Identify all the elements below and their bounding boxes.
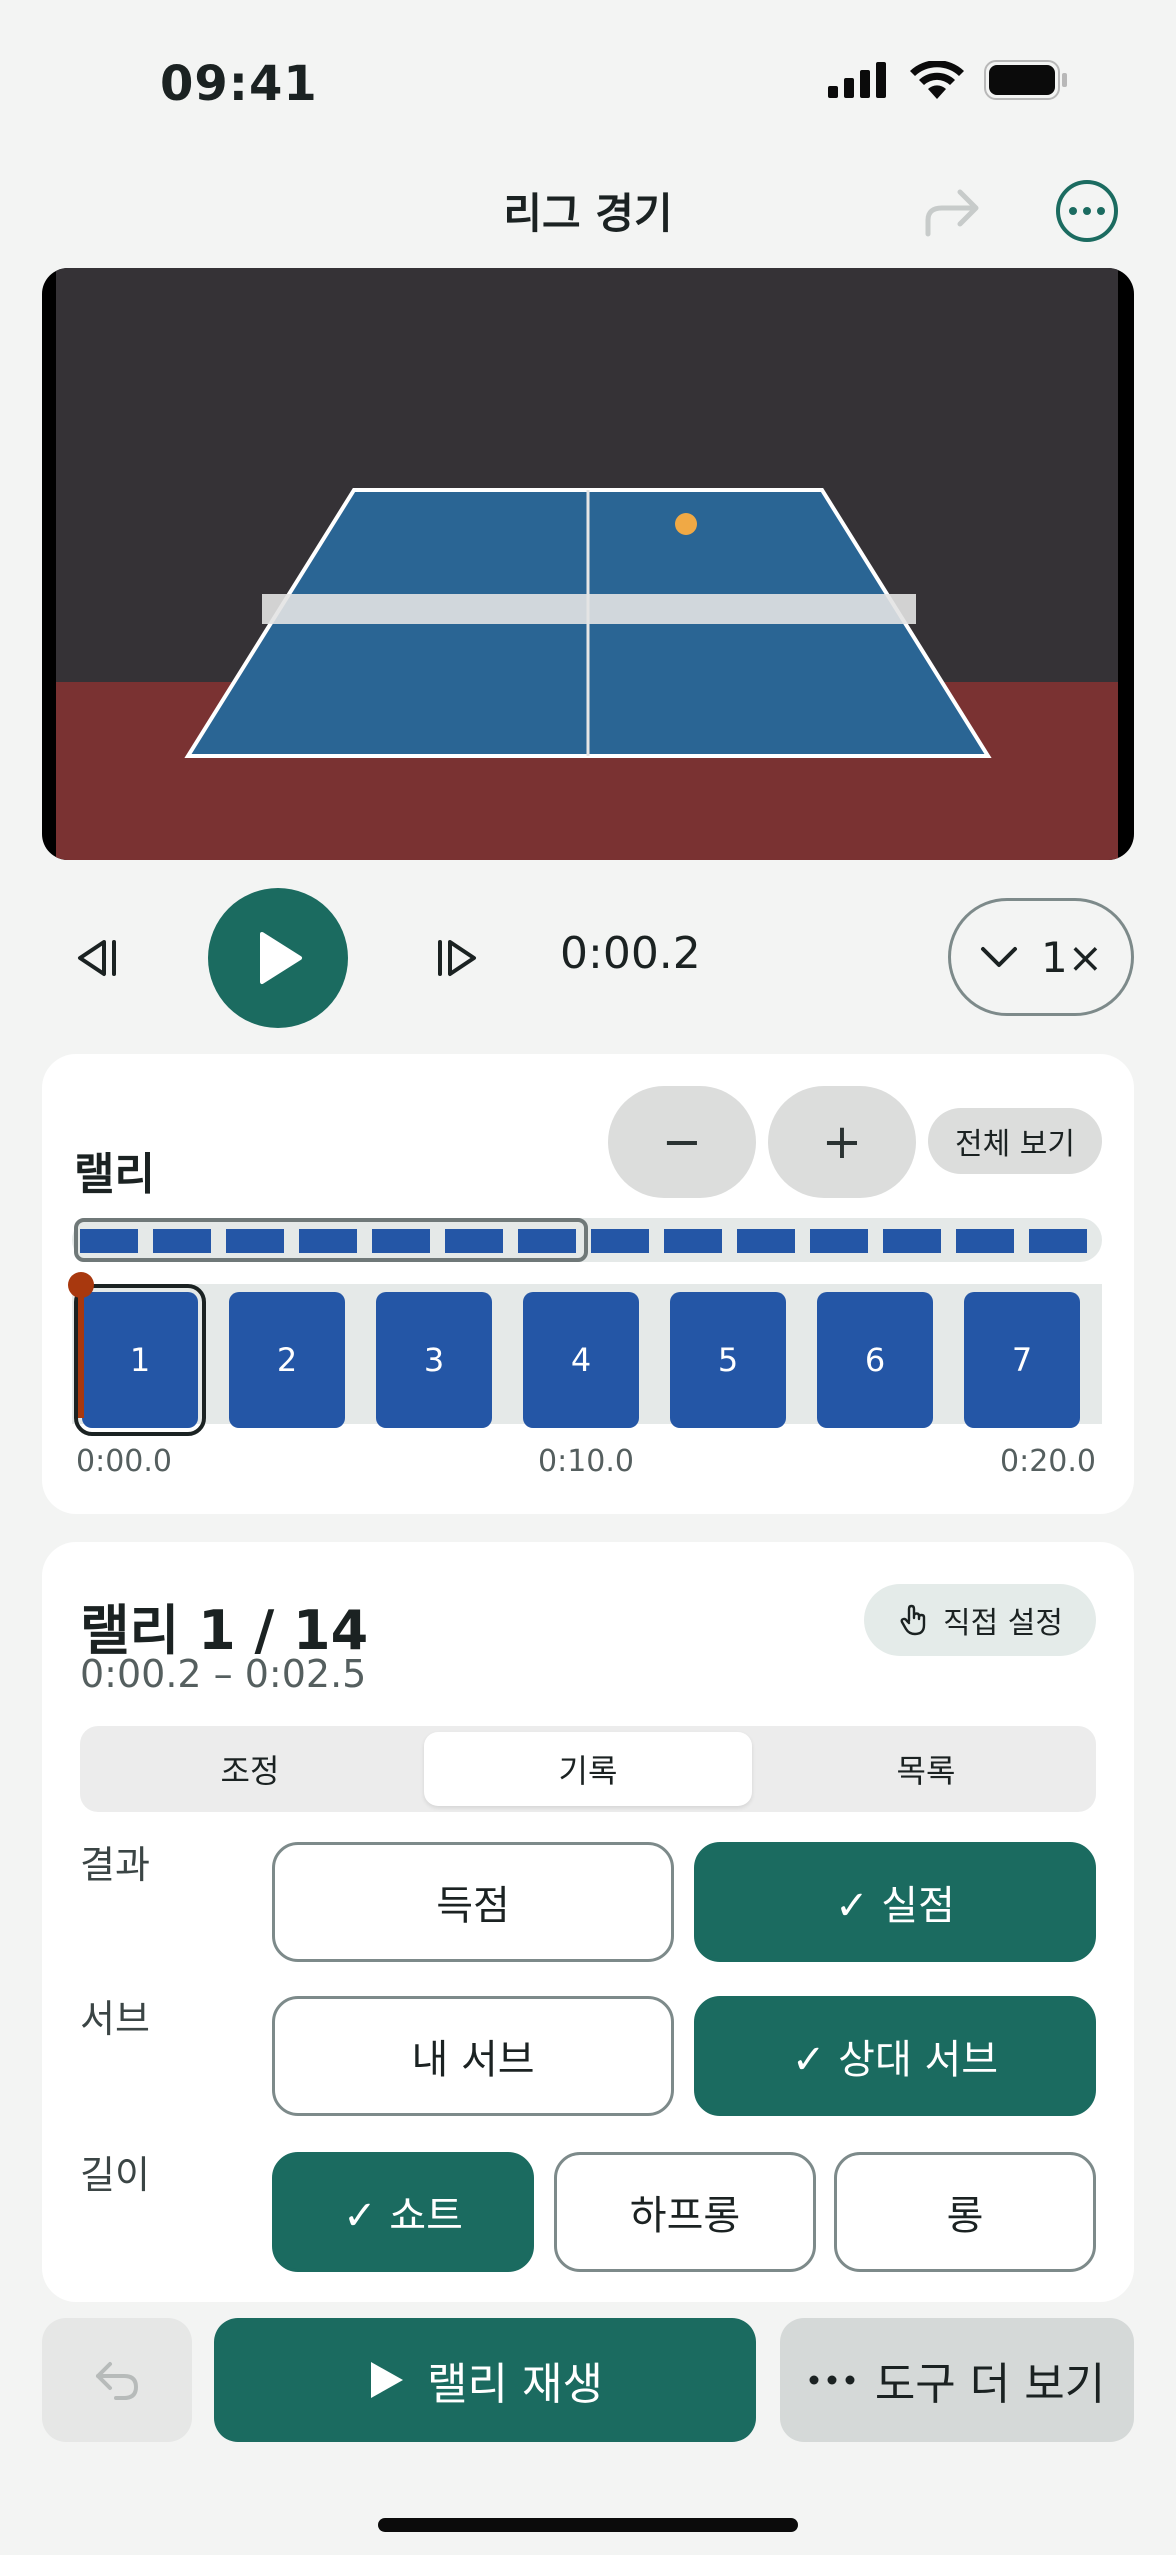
rally-track[interactable]: 1 2 3 4 5 6 7 bbox=[72, 1284, 1102, 1436]
rally-block[interactable]: 3 bbox=[376, 1292, 492, 1428]
rally-block[interactable]: 4 bbox=[523, 1292, 639, 1428]
minimap-segment bbox=[664, 1229, 722, 1253]
result-option-win[interactable]: 득점 bbox=[272, 1842, 674, 1962]
current-time: 0:00.2 bbox=[560, 928, 701, 979]
result-label: 결과 bbox=[80, 1843, 150, 1887]
undo-button[interactable] bbox=[42, 2318, 192, 2442]
status-time: 09:41 bbox=[160, 56, 318, 112]
rally-timeline-card: 랠리 − + 전체 보기 1 2 3 4 5 6 7 0:00.0 0:10.0… bbox=[42, 1054, 1134, 1514]
play-button[interactable] bbox=[208, 888, 348, 1028]
minimap-viewport-handle[interactable] bbox=[74, 1218, 588, 1262]
rally-block[interactable]: 1 bbox=[74, 1284, 206, 1436]
page-title: 리그 경기 bbox=[503, 189, 673, 238]
minimap-segment bbox=[737, 1229, 795, 1253]
serve-label: 서브 bbox=[80, 1997, 150, 2041]
tab-adjust[interactable]: 조정 bbox=[86, 1732, 414, 1806]
zoom-out-button[interactable]: − bbox=[608, 1086, 756, 1198]
manual-set-button[interactable]: 직접 설정 bbox=[864, 1584, 1096, 1656]
cellular-signal-icon bbox=[828, 62, 886, 98]
previous-frame-button[interactable] bbox=[70, 930, 126, 986]
timeline-tick-label: 0:00.0 bbox=[76, 1444, 172, 1479]
timeline-minimap[interactable] bbox=[72, 1218, 1102, 1262]
result-option-lose[interactable]: ✓ 실점 bbox=[694, 1842, 1096, 1962]
rally-block[interactable]: 7 bbox=[964, 1292, 1080, 1428]
rally-block[interactable]: 2 bbox=[229, 1292, 345, 1428]
length-option-short[interactable]: ✓ 쇼트 bbox=[272, 2152, 534, 2272]
rally-block[interactable]: 6 bbox=[817, 1292, 933, 1428]
serve-option-opponent[interactable]: ✓ 상대 서브 bbox=[694, 1996, 1096, 2116]
play-icon bbox=[260, 932, 302, 984]
ellipsis-icon bbox=[1069, 207, 1077, 215]
more-tools-button[interactable]: 도구 더 보기 bbox=[780, 2318, 1134, 2442]
undo-icon bbox=[96, 2362, 138, 2400]
tab-list[interactable]: 목록 bbox=[762, 1732, 1090, 1806]
step-forward-icon bbox=[438, 940, 476, 976]
hand-pointer-icon bbox=[900, 1604, 926, 1636]
more-options-button[interactable] bbox=[1056, 180, 1118, 242]
playhead-handle[interactable] bbox=[68, 1272, 94, 1298]
next-frame-button[interactable] bbox=[428, 930, 484, 986]
rally-section-title: 랠리 bbox=[74, 1149, 155, 1200]
rally-time-range: 0:00.2 – 0:02.5 bbox=[80, 1652, 367, 1696]
more-tools-label: 도구 더 보기 bbox=[874, 2359, 1106, 2410]
length-label: 길이 bbox=[80, 2153, 150, 2197]
timeline-tick-label: 0:10.0 bbox=[538, 1444, 634, 1479]
step-back-icon bbox=[78, 940, 116, 976]
share-button[interactable] bbox=[922, 182, 986, 242]
ellipsis-icon bbox=[809, 2375, 855, 2385]
status-icons bbox=[828, 60, 1068, 100]
status-bar: 09:41 bbox=[0, 0, 1176, 170]
play-rally-button[interactable]: 랠리 재생 bbox=[214, 2318, 756, 2442]
video-frame bbox=[56, 268, 1118, 860]
play-rally-label: 랠리 재생 bbox=[427, 2359, 603, 2410]
rally-block[interactable]: 5 bbox=[670, 1292, 786, 1428]
minimap-segment bbox=[956, 1229, 1014, 1253]
length-option-half-long[interactable]: 하프롱 bbox=[554, 2152, 816, 2272]
timeline-tick-label: 0:20.0 bbox=[1000, 1444, 1096, 1479]
manual-set-label: 직접 설정 bbox=[943, 1606, 1063, 1641]
speed-label: 1× bbox=[1041, 932, 1103, 982]
playback-speed-button[interactable]: 1× bbox=[948, 898, 1134, 1016]
length-option-long[interactable]: 롱 bbox=[834, 2152, 1096, 2272]
zoom-in-button[interactable]: + bbox=[768, 1086, 916, 1198]
wifi-icon bbox=[910, 61, 964, 99]
video-player[interactable] bbox=[42, 268, 1134, 860]
minimap-segment bbox=[883, 1229, 941, 1253]
serve-option-mine[interactable]: 내 서브 bbox=[272, 1996, 674, 2116]
play-icon bbox=[371, 2362, 404, 2398]
rally-detail-card: 랠리 1 / 14 0:00.2 – 0:02.5 직접 설정 조정 기록 목록… bbox=[42, 1542, 1134, 2302]
battery-icon bbox=[984, 60, 1067, 100]
chevron-down-icon bbox=[981, 947, 1018, 967]
share-arrow-icon bbox=[925, 189, 979, 237]
view-all-button[interactable]: 전체 보기 bbox=[928, 1108, 1102, 1174]
playhead[interactable] bbox=[78, 1282, 84, 1418]
detail-tabs: 조정 기록 목록 bbox=[80, 1726, 1096, 1812]
home-indicator[interactable] bbox=[378, 2518, 798, 2532]
minimap-segment bbox=[810, 1229, 868, 1253]
tab-record[interactable]: 기록 bbox=[424, 1732, 752, 1806]
minimap-segment bbox=[1029, 1229, 1087, 1253]
minimap-segment bbox=[591, 1229, 649, 1253]
